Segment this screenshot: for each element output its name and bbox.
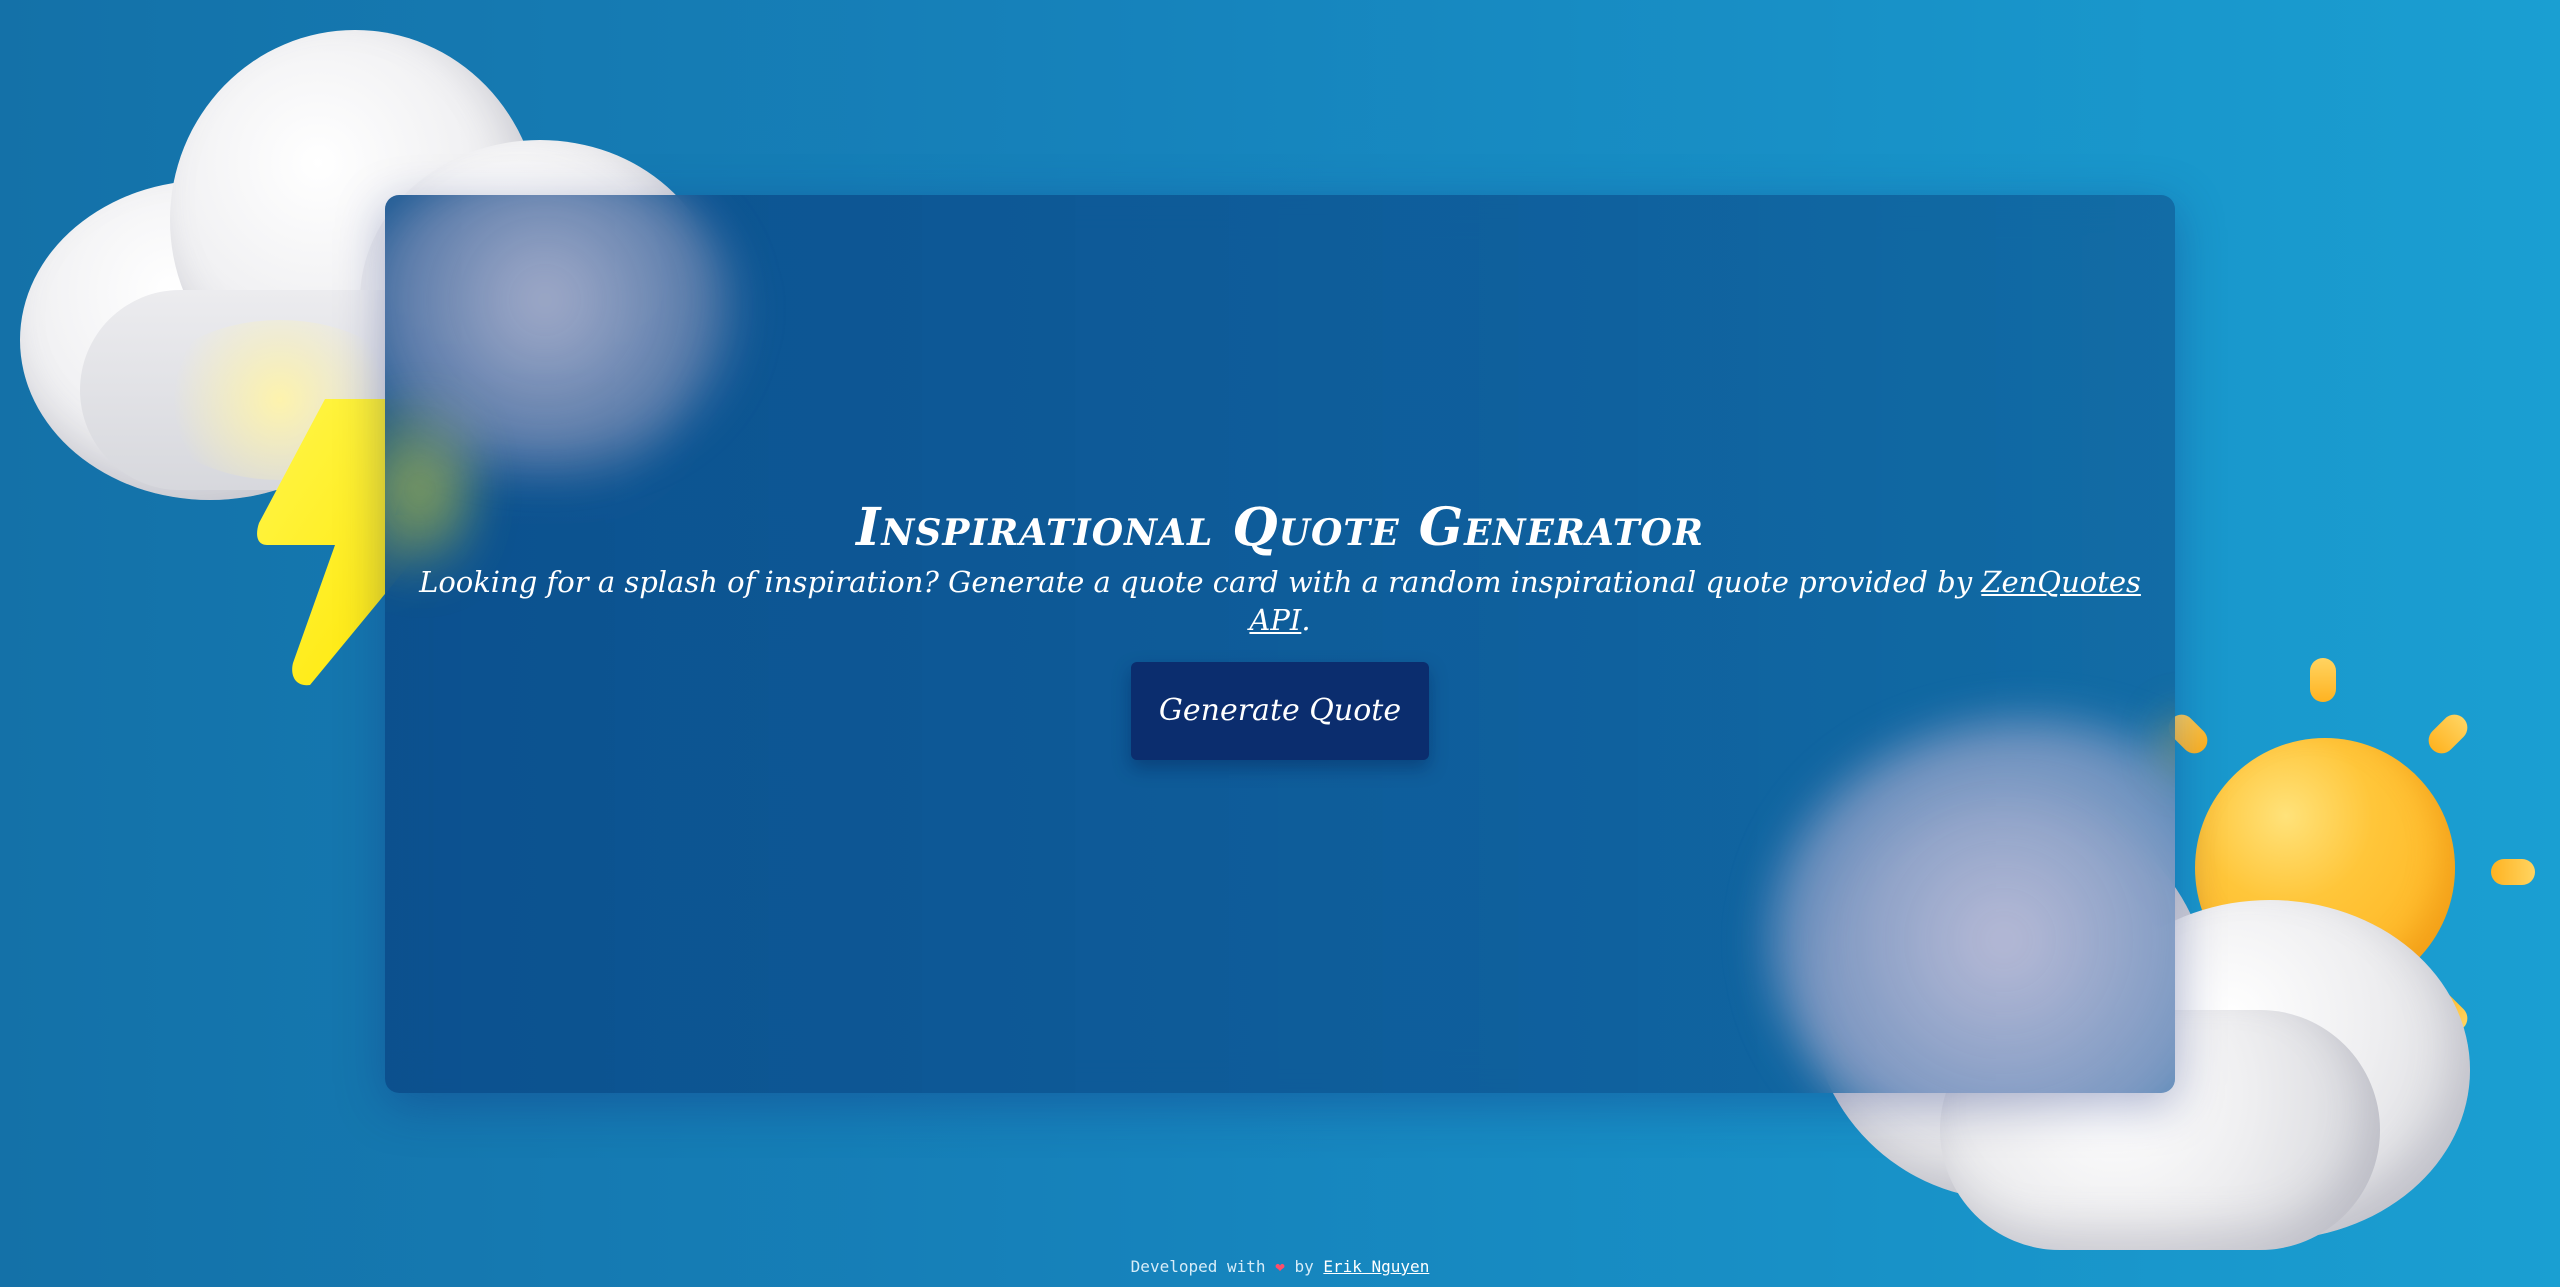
subtitle-text: Looking for a splash of inspiration? Gen…: [419, 565, 1982, 600]
heart-icon: ❤: [1275, 1257, 1285, 1276]
quote-card: Inspirational Quote Generator Looking fo…: [385, 195, 2175, 1093]
footer-by: by: [1294, 1257, 1314, 1276]
footer-prefix: Developed with: [1130, 1257, 1266, 1276]
generate-quote-button[interactable]: Generate Quote: [1131, 661, 1429, 760]
author-link[interactable]: Erik Nguyen: [1323, 1257, 1429, 1276]
subtitle-period: .: [1301, 602, 1311, 637]
card-content: Inspirational Quote Generator Looking fo…: [385, 195, 2175, 1093]
page-title: Inspirational Quote Generator: [856, 497, 1704, 559]
footer: Developed with ❤ by Erik Nguyen: [0, 1257, 2560, 1276]
page-subtitle: Looking for a splash of inspiration? Gen…: [385, 564, 2175, 639]
